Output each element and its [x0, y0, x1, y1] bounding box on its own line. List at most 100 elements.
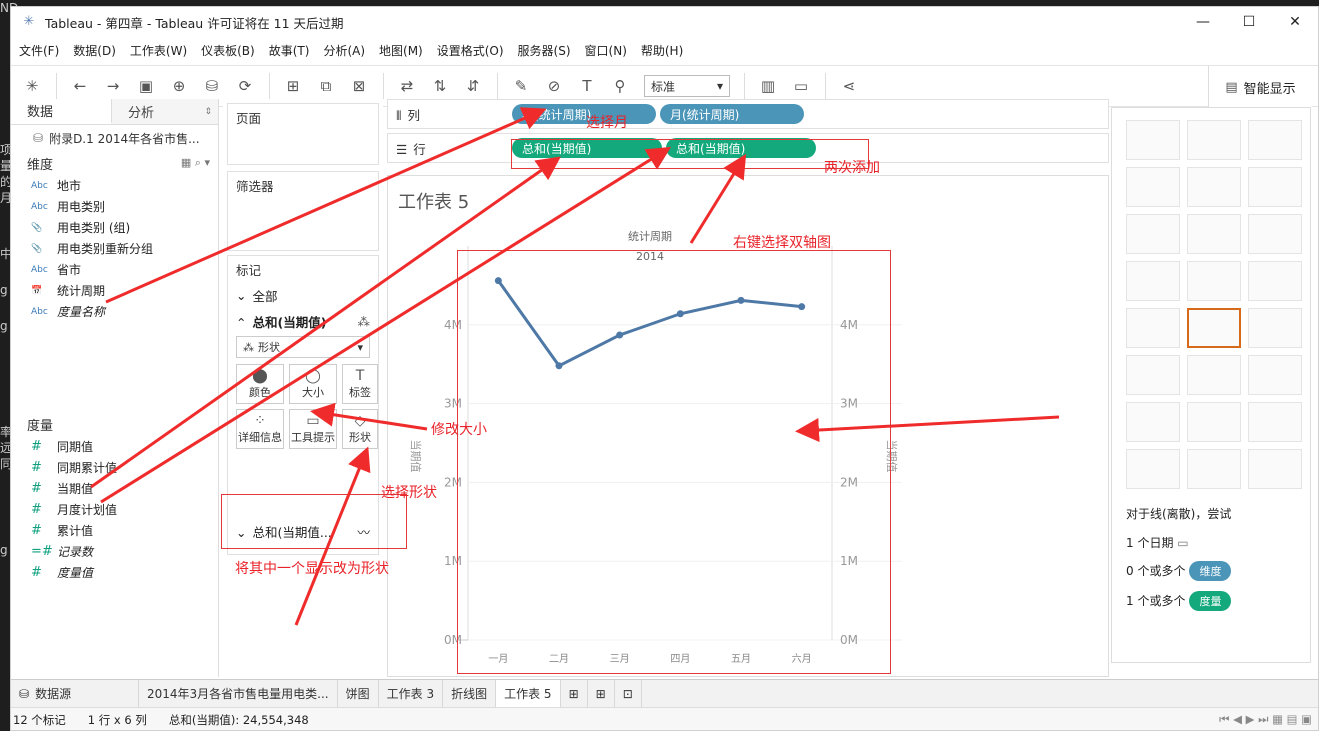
mark-type-select[interactable]: ⁂ 形状 ▾	[236, 336, 370, 358]
field-measure[interactable]: =# 记录数	[11, 541, 218, 562]
marks-all-section[interactable]: ⌄ 全部	[228, 282, 378, 308]
field-dimension[interactable]: 📎 用电类别重新分组	[11, 238, 218, 259]
shape-button[interactable]: ◇ 形状	[342, 409, 378, 449]
pill-year-period[interactable]: 年(统计周期)	[512, 104, 656, 124]
sheet-nav-icon[interactable]: ⏮ ◀ ▶ ⏭ ▦ ▤ ▣	[1219, 712, 1312, 727]
clear-sheet-icon[interactable]: ⊠	[346, 73, 372, 99]
histogram-thumb[interactable]	[1187, 402, 1241, 442]
minimize-button[interactable]: —	[1180, 7, 1226, 37]
size-button[interactable]: ◯ 大小	[289, 364, 337, 404]
tab-sheet[interactable]: 饼图	[338, 679, 379, 708]
pill-month-period[interactable]: 月(统计周期)	[660, 104, 804, 124]
field-dimension[interactable]: Abc 用电类别	[11, 196, 218, 217]
new-story-tab-icon[interactable]: ⊡	[615, 679, 642, 708]
packed-bubbles-thumb[interactable]	[1248, 449, 1302, 489]
tab-sheet[interactable]: 折线图	[443, 679, 497, 708]
label-button[interactable]: T 标签	[342, 364, 378, 404]
datasource-item[interactable]: ⛁ 附录D.1 2014年各省市售...	[11, 125, 218, 151]
text-table-thumb[interactable]	[1126, 120, 1180, 160]
tab-datasource[interactable]: ⛁ 数据源	[11, 679, 139, 708]
maximize-button[interactable]: ☐	[1226, 7, 1272, 37]
fit-select[interactable]: 标准 ▾	[644, 75, 730, 97]
field-measure[interactable]: # 同期累计值	[11, 457, 218, 478]
marks-measure1-section[interactable]: ⌃ 总和(当期值) ⁂	[228, 308, 378, 334]
treemap-thumb[interactable]	[1126, 261, 1180, 301]
new-datasource-icon[interactable]: ⊕	[166, 73, 192, 99]
tab-sheet[interactable]: 工作表 3	[379, 679, 444, 708]
share-icon[interactable]: ⋖	[836, 73, 862, 99]
circle-views-thumb[interactable]	[1187, 261, 1241, 301]
sort-ascending-icon[interactable]: ⇅	[427, 73, 453, 99]
undo-icon[interactable]: ←	[67, 73, 93, 99]
refresh-icon[interactable]: ⟳	[232, 73, 258, 99]
filters-card[interactable]: 筛选器	[227, 171, 379, 251]
show-labels-icon[interactable]: T	[574, 73, 600, 99]
menu-server[interactable]: 服务器(S)	[518, 42, 571, 59]
filled-map-thumb[interactable]	[1187, 167, 1241, 207]
menu-help[interactable]: 帮助(H)	[641, 42, 683, 59]
close-button[interactable]: ✕	[1272, 7, 1318, 37]
pie-chart-thumb[interactable]	[1248, 167, 1302, 207]
new-worksheet-tab-icon[interactable]: ⊞	[561, 679, 588, 708]
field-measure[interactable]: # 同期值	[11, 436, 218, 457]
gantt-chart-thumb[interactable]	[1126, 449, 1180, 489]
side-by-side-bars-thumb[interactable]	[1248, 214, 1302, 254]
new-worksheet-icon[interactable]: ⊞	[280, 73, 306, 99]
tab-sheet-active[interactable]: 工作表 5	[496, 679, 561, 708]
stacked-bars-thumb[interactable]	[1187, 214, 1241, 254]
horizontal-bars-thumb[interactable]	[1126, 214, 1180, 254]
chevron-down-icon[interactable]: ▾	[204, 156, 210, 169]
redo-icon[interactable]: →	[100, 73, 126, 99]
presentation-mode-icon[interactable]: ▭	[788, 73, 814, 99]
symbol-map-thumb[interactable]	[1126, 167, 1180, 207]
show-cards-icon[interactable]: ▥	[755, 73, 781, 99]
dual-lines-thumb[interactable]	[1248, 308, 1302, 348]
lines-continuous-thumb[interactable]	[1126, 308, 1180, 348]
view-toggle-icon[interactable]: ▦	[181, 156, 191, 169]
bullet-graph-thumb[interactable]	[1187, 449, 1241, 489]
menu-map[interactable]: 地图(M)	[379, 42, 423, 59]
highlight-table-thumb[interactable]	[1248, 120, 1302, 160]
show-me-button[interactable]: ▤ 智能显示	[1208, 66, 1312, 108]
menu-window[interactable]: 窗口(N)	[585, 42, 627, 59]
pages-card[interactable]: 页面	[227, 103, 379, 165]
menu-data[interactable]: 数据(D)	[73, 42, 116, 59]
save-icon[interactable]: ▣	[133, 73, 159, 99]
duplicate-sheet-icon[interactable]: ⧉	[313, 73, 339, 99]
tableau-home-icon[interactable]: ✳	[19, 73, 45, 99]
menu-dashboard[interactable]: 仪表板(B)	[201, 42, 255, 59]
tab-data[interactable]: 数据	[11, 99, 112, 124]
pin-icon[interactable]: ⚲	[607, 73, 633, 99]
highlight-icon[interactable]: ✎	[508, 73, 534, 99]
menu-story[interactable]: 故事(T)	[269, 42, 310, 59]
tab-analytics[interactable]: 分析 ⇕	[112, 99, 218, 124]
box-whisker-thumb[interactable]	[1248, 402, 1302, 442]
field-measure[interactable]: # 当期值	[11, 478, 218, 499]
datasource-options-icon[interactable]: ⛁	[199, 73, 225, 99]
menu-worksheet[interactable]: 工作表(W)	[130, 42, 187, 59]
detail-button[interactable]: ⁘ 详细信息	[236, 409, 284, 449]
area-discrete-thumb[interactable]	[1187, 355, 1241, 395]
columns-shelf[interactable]: ⦀ 列 年(统计周期) 月(统计周期)	[387, 99, 1109, 129]
field-measure[interactable]: # 月度计划值	[11, 499, 218, 520]
field-dimension[interactable]: Abc 省市	[11, 259, 218, 280]
new-dashboard-tab-icon[interactable]: ⊞	[588, 679, 615, 708]
field-dimension[interactable]: 📅 统计周期	[11, 280, 218, 301]
color-button[interactable]: ⬤ 颜色	[236, 364, 284, 404]
tooltip-button[interactable]: ▭ 工具提示	[289, 409, 337, 449]
field-dimension[interactable]: Abc 地市	[11, 175, 218, 196]
sort-descending-icon[interactable]: ⇵	[460, 73, 486, 99]
side-by-side-circles-thumb[interactable]	[1248, 261, 1302, 301]
swap-rows-columns-icon[interactable]: ⇄	[394, 73, 420, 99]
field-dimension[interactable]: 📎 用电类别 (组)	[11, 217, 218, 238]
search-icon[interactable]: ⌕	[195, 156, 201, 169]
area-continuous-thumb[interactable]	[1126, 355, 1180, 395]
menu-file[interactable]: 文件(F)	[19, 42, 59, 59]
group-icon[interactable]: ⊘	[541, 73, 567, 99]
scatter-plot-thumb[interactable]	[1126, 402, 1180, 442]
menu-analysis[interactable]: 分析(A)	[323, 42, 365, 59]
field-dimension[interactable]: Abc 度量名称	[11, 301, 218, 322]
lines-discrete-thumb[interactable]	[1187, 308, 1241, 348]
heat-map-thumb[interactable]	[1187, 120, 1241, 160]
dual-combination-thumb[interactable]	[1248, 355, 1302, 395]
